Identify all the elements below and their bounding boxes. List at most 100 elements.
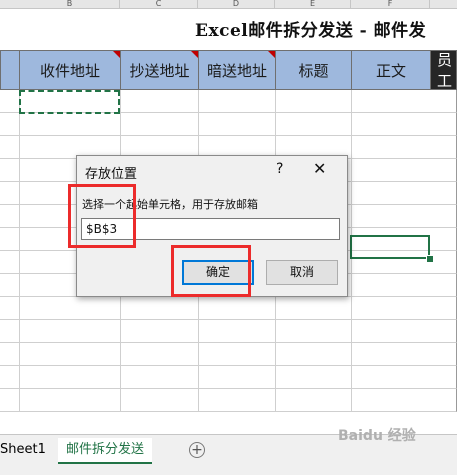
grid-cell[interactable] [351,136,431,159]
grid-cell[interactable] [430,274,457,297]
grid-cell[interactable] [0,320,20,343]
grid-cell[interactable] [19,113,121,136]
grid-cell[interactable] [430,389,457,412]
fill-handle[interactable] [426,255,434,263]
grid-cell[interactable] [351,366,431,389]
comment-indicator [268,51,275,58]
grid-cell[interactable] [351,159,431,182]
grid-cell[interactable] [120,389,199,412]
ok-button[interactable]: 确定 [182,260,254,285]
header-cc[interactable]: 抄送地址 [120,50,199,90]
grid-cell[interactable] [351,113,431,136]
add-sheet-icon[interactable]: + [189,442,205,458]
header-employee[interactable]: 员工 [430,50,457,90]
column-letter-f[interactable]: F [351,0,430,8]
active-cell-selection[interactable] [350,235,430,259]
grid-cell[interactable] [351,389,431,412]
dialog-title: 存放位置 [85,167,138,182]
grid-cell[interactable] [120,297,199,320]
column-letter-d[interactable]: D [198,0,275,8]
grid-cell[interactable] [120,113,199,136]
grid-cell[interactable] [275,90,352,113]
cancel-button[interactable]: 取消 [266,260,338,285]
grid-cell[interactable] [120,90,199,113]
grid-cell[interactable] [19,389,121,412]
watermark-logo: Baidu 经验 [338,428,416,444]
grid-cell[interactable] [275,320,352,343]
grid-cell[interactable] [0,251,20,274]
grid-cell[interactable] [351,274,431,297]
grid-cell[interactable] [19,366,121,389]
header-recipient-label: 收件地址 [39,61,100,80]
column-letter-e[interactable]: E [275,0,351,8]
grid-cell[interactable] [430,159,457,182]
grid-cell[interactable] [430,251,457,274]
grid-cell[interactable] [0,182,20,205]
grid-cell[interactable] [351,320,431,343]
grid-cell[interactable] [430,343,457,366]
grid-cell[interactable] [0,205,20,228]
grid-cell[interactable] [0,228,20,251]
header-body[interactable]: 正文 [351,50,431,90]
header-bcc[interactable]: 暗送地址 [198,50,276,90]
header-cc-label: 抄送地址 [129,61,190,80]
grid-cell[interactable] [351,182,431,205]
grid-cell[interactable] [198,297,276,320]
header-bcc-label: 暗送地址 [206,61,267,80]
grid-cell[interactable] [0,343,20,366]
grid-cell[interactable] [351,90,431,113]
grid-cell[interactable] [198,366,276,389]
grid-cell[interactable] [19,343,121,366]
close-icon[interactable]: ✕ [313,159,326,178]
grid-cell[interactable] [275,113,352,136]
sheet-title: Excel邮件拆分发送 - 邮件发 [195,21,427,41]
grid-cell[interactable] [275,366,352,389]
grid-cell[interactable] [198,113,276,136]
grid-cell[interactable] [430,182,457,205]
column-letter-b[interactable]: B [20,0,120,8]
grid-cell[interactable] [198,90,276,113]
grid-cell[interactable] [275,389,352,412]
grid-cell[interactable] [430,366,457,389]
grid-cell[interactable] [19,320,121,343]
grid-cell[interactable] [351,343,431,366]
grid-cell[interactable] [430,320,457,343]
grid-cell[interactable] [0,136,20,159]
column-header-row: B C D E F [0,0,457,9]
grid-cell[interactable] [0,90,20,113]
grid-cell[interactable] [430,113,457,136]
tab-mail-split[interactable]: 邮件拆分发送 [58,438,153,464]
grid-cell[interactable] [198,343,276,366]
grid-cell[interactable] [430,136,457,159]
grid-cell[interactable] [198,389,276,412]
grid-cell[interactable] [120,366,199,389]
grid-cell[interactable] [275,343,352,366]
header-subject-label: 标题 [298,61,329,80]
grid-cell[interactable] [0,389,20,412]
comment-indicator [113,51,120,58]
grid-cell[interactable] [0,159,20,182]
grid-cell[interactable] [351,205,431,228]
tab-sheet1[interactable]: Sheet1 [0,438,54,462]
grid-cell[interactable] [198,320,276,343]
grid-cell[interactable] [120,320,199,343]
column-letter-c[interactable]: C [120,0,198,8]
header-subject[interactable]: 标题 [275,50,352,90]
header-body-label: 正文 [375,61,406,80]
grid-cell[interactable] [0,113,20,136]
cell-reference-input[interactable]: $B$3 [81,218,340,240]
help-icon[interactable]: ? [276,161,283,177]
grid-cell[interactable] [0,274,20,297]
grid-cell[interactable] [430,205,457,228]
grid-cell[interactable] [0,366,20,389]
grid-cell[interactable] [19,297,121,320]
grid-cell[interactable] [430,90,457,113]
grid-cell[interactable] [430,228,457,251]
grid-cell[interactable] [351,297,431,320]
grid-cell[interactable] [430,297,457,320]
header-recipient[interactable]: 收件地址 [19,50,121,90]
grid-cell[interactable] [275,297,352,320]
grid-cell[interactable] [120,343,199,366]
header-cell-a[interactable] [0,50,20,90]
grid-cell[interactable] [0,297,20,320]
